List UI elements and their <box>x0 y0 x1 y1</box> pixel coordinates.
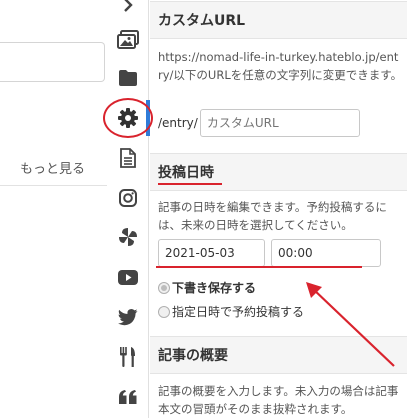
left-text-input[interactable] <box>0 42 105 82</box>
icon-sidebar <box>107 0 149 418</box>
instagram-icon[interactable] <box>107 183 149 213</box>
time-input[interactable] <box>271 239 381 267</box>
scheduled-option[interactable]: 指定日時で予約投稿する <box>158 303 304 320</box>
google-photos-icon[interactable] <box>107 222 149 252</box>
post-date-underline <box>158 183 222 185</box>
datetime-underline <box>156 266 362 268</box>
url-prefix-label: /entry/ <box>158 116 198 130</box>
youtube-icon[interactable] <box>107 262 149 292</box>
draft-radio[interactable] <box>158 281 170 294</box>
twitter-icon[interactable] <box>107 302 149 332</box>
left-divider <box>0 185 107 186</box>
left-panel: もっと見る <box>0 0 107 418</box>
restaurant-icon[interactable] <box>107 342 149 372</box>
custom-url-input[interactable] <box>199 109 360 137</box>
more-link[interactable]: もっと見る <box>20 158 85 177</box>
custom-url-heading: カスタムURL <box>150 1 407 39</box>
gear-highlight-circle <box>103 98 153 138</box>
chevron-right-icon[interactable] <box>107 0 149 20</box>
post-date-heading: 投稿日時 <box>150 153 407 191</box>
quote-icon[interactable] <box>107 382 149 412</box>
image-icon[interactable] <box>107 25 149 55</box>
custom-url-description: https://nomad-life-in-turkey.hateblo.jp/… <box>158 50 403 82</box>
draft-label: 下書き保存する <box>172 281 257 295</box>
scheduled-radio[interactable] <box>158 305 170 318</box>
folder-icon[interactable] <box>107 63 149 93</box>
draft-option[interactable]: 下書き保存する <box>158 279 256 296</box>
document-icon[interactable] <box>107 143 149 173</box>
annotation-arrow <box>306 282 395 367</box>
summary-description: 記事の概要を入力します。未入力の場合は記事本文の冒頭がそのまま抜粋されます。 <box>158 384 399 416</box>
date-input[interactable] <box>158 239 265 267</box>
custom-url-row: /entry/ <box>158 109 360 137</box>
scheduled-label: 指定日時で予約投稿する <box>172 305 305 319</box>
post-date-description: 記事の日時を編集できます。予約投稿するには、未来の日時を選択してください。 <box>158 200 387 232</box>
